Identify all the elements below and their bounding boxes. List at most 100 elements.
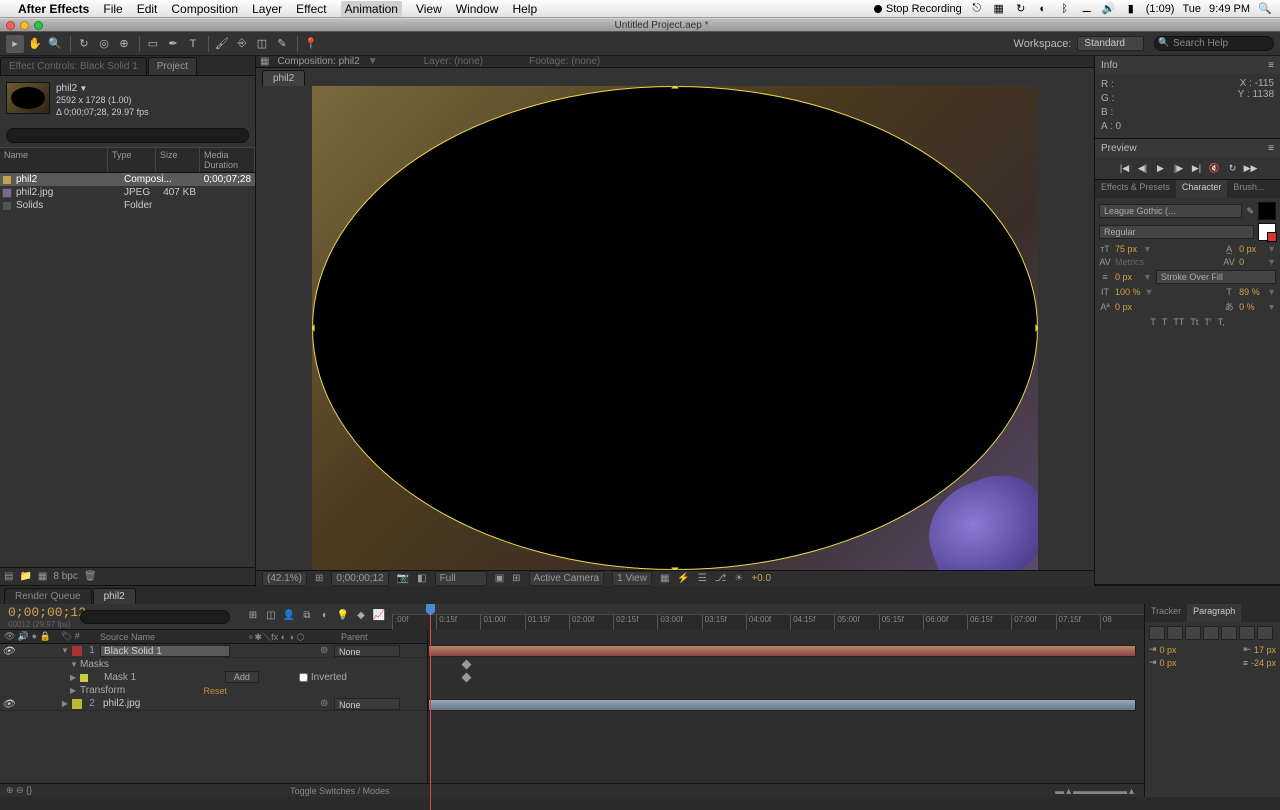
puppet-tool[interactable]: 📍 [302,35,320,53]
zoom-icon[interactable] [34,21,43,30]
first-frame-button[interactable]: |◀ [1118,161,1132,175]
menu-view[interactable]: View [416,2,442,16]
menu-window[interactable]: Window [456,2,499,16]
timeline-icon[interactable]: ☰ [698,573,707,584]
superscript-button[interactable]: T′ [1204,317,1211,327]
mask-vertex[interactable] [672,567,679,570]
project-row[interactable]: phil2 Composi... 0;00;07;28 [0,173,255,186]
parent-dropdown[interactable]: None [334,645,400,657]
col-name[interactable]: Name [0,148,108,172]
project-item-name[interactable]: phil2 [56,82,149,95]
new-folder-icon[interactable]: 📁 [19,571,31,582]
menu-effect[interactable]: Effect [296,2,326,16]
tab-render-queue[interactable]: Render Queue [4,588,92,604]
stroke-width-value[interactable]: 0 px [1115,272,1139,282]
bluetooth-icon[interactable]: ᛒ [1058,3,1072,15]
twirl-icon[interactable]: ▼ [70,660,80,669]
interpret-icon[interactable]: ▤ [4,571,13,582]
stop-recording[interactable]: Stop Recording [874,3,962,15]
last-frame-button[interactable]: ▶| [1190,161,1204,175]
indent-left-value[interactable]: 0 px [1160,645,1177,655]
spotlight-icon[interactable]: 🔍 [1258,2,1272,15]
grid-icon[interactable]: ⊞ [512,573,520,584]
tab-tracker[interactable]: Tracker [1145,604,1187,622]
close-icon[interactable] [6,21,15,30]
menu-file[interactable]: File [103,2,122,16]
status-icon[interactable]: ▦ [992,2,1006,15]
twirl-icon[interactable]: ▼ [60,646,70,655]
layer-dropdown[interactable]: Layer: (none) [424,56,483,67]
view-dropdown[interactable]: 1 View [612,571,652,586]
workspace-dropdown[interactable]: Standard [1077,36,1144,51]
anchor-tool[interactable]: ⊕ [115,35,133,53]
parent-dropdown[interactable]: None [334,698,400,710]
status-icon[interactable]: ⎋ [970,2,984,15]
col-size[interactable]: Size [156,148,200,172]
clone-tool[interactable]: ⎆ [233,35,251,53]
timeline-tracks[interactable] [428,630,1144,783]
hscale-value[interactable]: 89 % [1239,287,1263,297]
keyframe-icon[interactable] [462,673,472,683]
menu-edit[interactable]: Edit [137,2,158,16]
resolution-icon[interactable]: ⊞ [315,573,323,584]
zoom-slider[interactable]: ▬▲▬▬▬▬▬▬▲ [1055,786,1144,796]
hide-shy-icon[interactable]: 👤 [282,610,296,624]
transform-reset-button[interactable]: Reset [203,686,227,696]
type-tool[interactable]: T [184,35,202,53]
project-row[interactable]: Solids Folder [0,199,255,212]
stroke-color-swatch[interactable] [1258,223,1276,241]
brainstorm-icon[interactable]: 💡 [336,610,350,624]
project-row[interactable]: phil2.jpg JPEG 407 KB [0,186,255,199]
next-frame-button[interactable]: |▶ [1172,161,1186,175]
col-type[interactable]: Type [108,148,156,172]
font-family-dropdown[interactable]: League Gothic (... [1099,204,1242,218]
current-time[interactable]: 0;00;00;12 [8,605,80,620]
justify-all-button[interactable] [1257,626,1273,640]
col-parent[interactable]: Parent [337,632,427,642]
timeline-search-input[interactable] [80,610,230,624]
mask-vertex[interactable] [1035,325,1038,332]
channel-icon[interactable]: ◧ [417,573,426,584]
masks-group[interactable]: ▼ Masks [0,658,427,671]
kerning-value[interactable]: Metrics [1115,257,1144,267]
align-left-button[interactable] [1149,626,1165,640]
composition-canvas[interactable] [312,86,1038,570]
sync-icon[interactable]: ↻ [1014,2,1028,15]
tab-effect-controls[interactable]: Effect Controls: Black Solid 1 [0,57,147,75]
menu-layer[interactable]: Layer [252,2,282,16]
stroke-order-dropdown[interactable]: Stroke Over Fill [1156,270,1276,284]
layer-bar[interactable] [428,699,1136,711]
font-style-dropdown[interactable]: Regular [1099,225,1254,239]
rect-tool[interactable]: ▭ [144,35,162,53]
mute-button[interactable]: 🔇 [1208,161,1222,175]
transform-group[interactable]: ▶ Transform Reset [0,684,427,697]
minimize-icon[interactable] [20,21,29,30]
panel-menu-icon[interactable]: ≡ [1268,143,1274,154]
loop-button[interactable]: ↻ [1226,161,1240,175]
composition-viewer[interactable] [256,86,1094,570]
clock-time[interactable]: 9:49 PM [1209,3,1250,15]
volume-icon[interactable]: 🔊 [1102,2,1116,15]
snapshot-icon[interactable]: 📷 [397,573,409,584]
small-caps-button[interactable]: Tt [1190,317,1198,327]
layer-row[interactable]: 👁 ▶ 2 phil2.jpg ⊚ None [0,697,427,711]
exposure-reset-icon[interactable]: ☀ [734,573,743,584]
mask-shape[interactable] [312,86,1038,570]
font-size-value[interactable]: 75 px [1115,244,1139,254]
tsume-value[interactable]: 0 % [1239,302,1263,312]
tab-paragraph[interactable]: Paragraph [1187,604,1241,622]
video-toggle-icon[interactable]: 👁 [2,646,12,656]
mask-vertex[interactable] [672,86,679,89]
time-display[interactable]: 0;00;00;12 [331,571,388,586]
align-center-button[interactable] [1167,626,1183,640]
mask-color-swatch[interactable] [80,674,88,682]
all-caps-button[interactable]: TT [1173,317,1184,327]
roto-tool[interactable]: ✎ [273,35,291,53]
layer-name[interactable]: phil2.jpg [100,698,230,710]
resolution-dropdown[interactable]: Full [435,571,487,586]
faux-italic-button[interactable]: T [1162,317,1168,327]
faux-bold-button[interactable]: T [1150,317,1156,327]
pixel-aspect-icon[interactable]: ▦ [660,573,669,584]
mask-row[interactable]: ▶ Mask 1 Add Inverted [0,671,427,684]
tab-timeline-comp[interactable]: phil2 [93,588,136,604]
